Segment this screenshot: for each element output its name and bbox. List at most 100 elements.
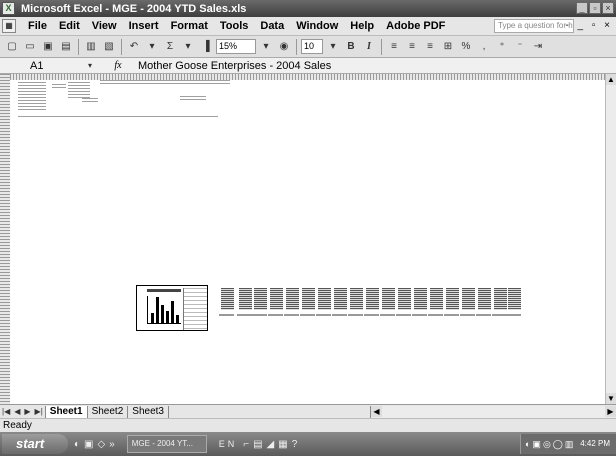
menu-tools[interactable]: Tools [214, 20, 255, 32]
help-icon[interactable]: ◉ [276, 39, 292, 55]
chart-tile[interactable] [219, 288, 234, 316]
language-indicator[interactable]: EN [219, 439, 238, 449]
chart-tile[interactable] [252, 288, 267, 316]
scroll-left-icon[interactable]: ◀ [371, 406, 382, 417]
next-sheet-icon[interactable]: ▶ [22, 407, 32, 416]
autosum-dropdown-icon[interactable]: ▾ [180, 39, 196, 55]
name-box[interactable]: A1 [0, 59, 82, 73]
print-icon[interactable]: ▥ [83, 39, 99, 55]
chart-thumbnail[interactable] [136, 285, 208, 331]
minimize-button[interactable]: _ [576, 2, 588, 14]
menu-format[interactable]: Format [165, 20, 214, 32]
chart-tile[interactable] [380, 288, 395, 316]
sheet-tab-sheet2[interactable]: Sheet2 [88, 405, 129, 418]
save-icon[interactable]: ▣ [40, 39, 56, 55]
window-controls: _ ▫ × [576, 2, 614, 14]
align-left-icon[interactable]: ≡ [386, 39, 402, 55]
start-button[interactable]: start [2, 434, 68, 454]
help-search-input[interactable]: Type a question for help [494, 19, 574, 33]
chart-tile[interactable] [492, 288, 507, 316]
bold-button[interactable]: B [343, 39, 359, 55]
data-block[interactable] [100, 80, 230, 84]
sheet-tab-sheet1[interactable]: Sheet1 [44, 405, 88, 418]
horizontal-scrollbar[interactable]: ◀ ▶ [370, 406, 616, 418]
chart-tile[interactable] [364, 288, 379, 316]
data-block[interactable] [180, 96, 206, 100]
chart-tile[interactable] [268, 288, 283, 316]
prev-sheet-icon[interactable]: ◀ [12, 407, 22, 416]
align-right-icon[interactable]: ≡ [422, 39, 438, 55]
menu-adobe-pdf[interactable]: Adobe PDF [380, 20, 451, 32]
chart-tile[interactable] [476, 288, 491, 316]
menu-edit[interactable]: Edit [53, 20, 86, 32]
indent-icon[interactable]: ⇥ [530, 39, 546, 55]
chart-tile[interactable] [428, 288, 443, 316]
chart-tile[interactable] [316, 288, 331, 316]
sheet-tab-sheet3[interactable]: Sheet3 [128, 405, 169, 418]
worksheet-area[interactable] [0, 74, 605, 404]
font-size-dropdown-icon[interactable]: ▾ [325, 39, 341, 55]
comma-style-icon[interactable]: , [476, 39, 492, 55]
chart-tile[interactable] [444, 288, 459, 316]
chart-tile[interactable] [396, 288, 411, 316]
merge-center-icon[interactable]: ⊞ [440, 39, 456, 55]
data-block[interactable] [68, 82, 90, 98]
first-sheet-icon[interactable]: |◀ [0, 407, 12, 416]
menu-view[interactable]: View [86, 20, 123, 32]
data-block[interactable] [82, 98, 98, 102]
restore-button[interactable]: ▫ [589, 2, 601, 14]
italic-button[interactable]: I [361, 39, 377, 55]
quick-launch-icons[interactable]: ◐▣◇» [74, 439, 119, 450]
system-tray: ◐▣◎◯▥ 4:42 PM [520, 434, 616, 454]
language-bar-icons[interactable]: ⌐▤◢▦? [243, 439, 301, 450]
chart-wizard-icon[interactable]: ▐ [198, 39, 214, 55]
data-block[interactable] [18, 82, 46, 112]
zoom-select[interactable]: 15% [216, 39, 256, 54]
vertical-scrollbar[interactable]: ▲ ▼ [605, 74, 616, 404]
autosum-icon[interactable]: Σ [162, 39, 178, 55]
workbook-icon[interactable]: ▦ [2, 19, 16, 33]
scroll-right-icon[interactable]: ▶ [605, 406, 616, 417]
close-button[interactable]: × [602, 2, 614, 14]
align-center-icon[interactable]: ≡ [404, 39, 420, 55]
taskbar-item-excel[interactable]: MGE - 2004 YT... [126, 435, 207, 453]
chart-tile[interactable] [506, 288, 521, 316]
undo-dropdown-icon[interactable]: ▾ [144, 39, 160, 55]
chart-tile[interactable] [348, 288, 363, 316]
scroll-down-icon[interactable]: ▼ [606, 393, 616, 404]
chart-tile[interactable] [412, 288, 427, 316]
permission-icon[interactable]: ▤ [58, 39, 74, 55]
menu-help[interactable]: Help [344, 20, 380, 32]
toolbar-separator [381, 38, 382, 55]
menu-insert[interactable]: Insert [123, 20, 165, 32]
last-sheet-icon[interactable]: ▶| [33, 407, 45, 416]
new-icon[interactable]: ▢ [4, 39, 20, 55]
decrease-decimal-icon[interactable]: ⁻ [512, 39, 528, 55]
zoom-dropdown-icon[interactable]: ▾ [258, 39, 274, 55]
tray-icons[interactable]: ◐▣◎◯▥ [525, 434, 575, 454]
name-box-dropdown-icon[interactable]: ▾ [82, 58, 98, 74]
menu-file[interactable]: File [22, 20, 53, 32]
insert-function-icon[interactable]: fx [98, 60, 138, 71]
undo-icon[interactable]: ↶ [126, 39, 142, 55]
formula-input[interactable]: Mother Goose Enterprises - 2004 Sales [138, 60, 331, 72]
chart-tile[interactable] [460, 288, 475, 316]
open-icon[interactable]: ▭ [22, 39, 38, 55]
scroll-up-icon[interactable]: ▲ [606, 74, 616, 85]
menu-data[interactable]: Data [254, 20, 290, 32]
chart-tile[interactable] [332, 288, 347, 316]
data-block[interactable] [18, 116, 218, 119]
increase-decimal-icon[interactable]: ⁺ [494, 39, 510, 55]
menu-window[interactable]: Window [290, 20, 344, 32]
excel-app-icon[interactable]: X [2, 2, 15, 15]
chart-tile[interactable] [284, 288, 299, 316]
chart-tile[interactable] [300, 288, 315, 316]
document-window-controls[interactable]: - _ ▫ × [565, 20, 613, 31]
font-size-select[interactable]: 10 [301, 39, 323, 54]
print-preview-icon[interactable]: ▧ [101, 39, 117, 55]
data-block[interactable] [52, 84, 66, 90]
percent-style-button[interactable]: % [458, 39, 474, 55]
chart-tile[interactable] [237, 288, 252, 316]
formula-bar: A1 ▾ fx Mother Goose Enterprises - 2004 … [0, 58, 616, 74]
clock[interactable]: 4:42 PM [580, 439, 610, 448]
